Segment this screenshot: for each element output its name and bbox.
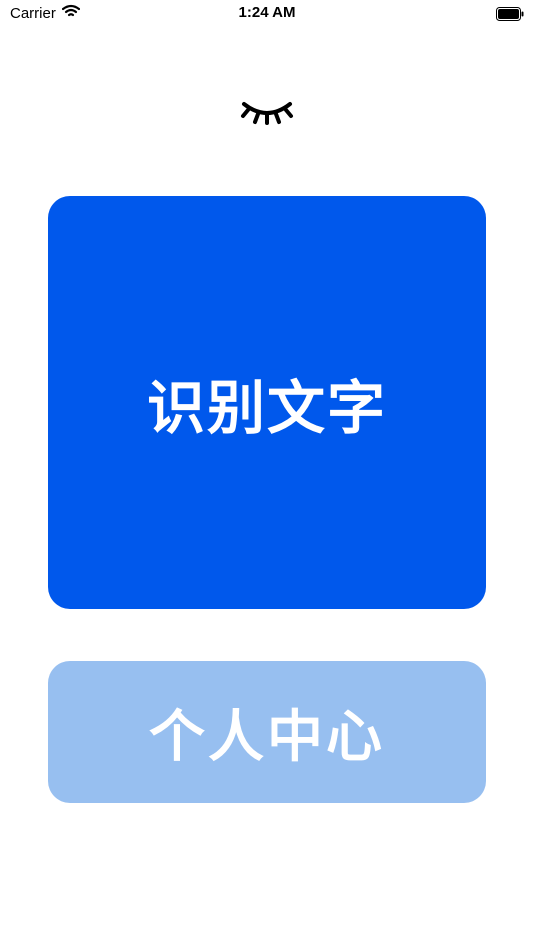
status-time: 1:24 AM xyxy=(238,4,296,21)
recognize-text-button[interactable]: 识别文字 xyxy=(48,196,486,609)
battery-icon xyxy=(496,6,524,21)
profile-button[interactable]: 个人中心 xyxy=(48,661,486,803)
closed-eye-icon xyxy=(238,92,296,126)
status-bar: Carrier 1:24 AM xyxy=(0,0,534,28)
